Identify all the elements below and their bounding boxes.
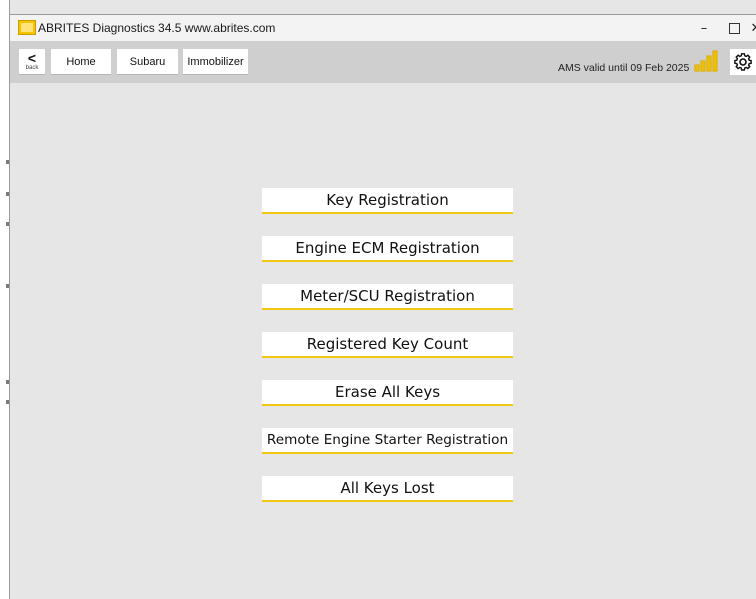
back-label: back (25, 65, 39, 71)
key-registration-button[interactable]: Key Registration (262, 188, 513, 214)
breadcrumb-immobilizer[interactable]: Immobilizer (183, 49, 248, 75)
back-button[interactable]: < back (19, 49, 45, 75)
all-keys-lost-button[interactable]: All Keys Lost (262, 476, 513, 502)
abrites-logo-icon (18, 20, 36, 35)
settings-button[interactable] (730, 49, 756, 75)
gear-icon (734, 53, 752, 71)
engine-ecm-registration-button[interactable]: Engine ECM Registration (262, 236, 513, 262)
breadcrumb-home[interactable]: Home (51, 49, 111, 75)
ams-status: AMS valid until 09 Feb 2025 (558, 62, 690, 74)
remote-engine-starter-registration-button[interactable]: Remote Engine Starter Registration (262, 428, 513, 454)
maximize-icon (728, 23, 740, 34)
screen-edge (0, 0, 10, 599)
window-title: ABRITES Diagnostics 34.5 www.abrites.com (38, 21, 276, 35)
close-button[interactable]: ✕ (746, 15, 756, 42)
meter-scu-registration-button[interactable]: Meter/SCU Registration (262, 284, 513, 310)
navigation-bar: < back Home Subaru Immobilizer AMS valid… (10, 41, 756, 83)
breadcrumb-subaru[interactable]: Subaru (117, 49, 178, 75)
title-bar: ABRITES Diagnostics 34.5 www.abrites.com… (10, 14, 756, 42)
signal-strength-icon (694, 50, 718, 72)
app-window: ABRITES Diagnostics 34.5 www.abrites.com… (0, 0, 756, 599)
erase-all-keys-button[interactable]: Erase All Keys (262, 380, 513, 406)
registered-key-count-button[interactable]: Registered Key Count (262, 332, 513, 358)
